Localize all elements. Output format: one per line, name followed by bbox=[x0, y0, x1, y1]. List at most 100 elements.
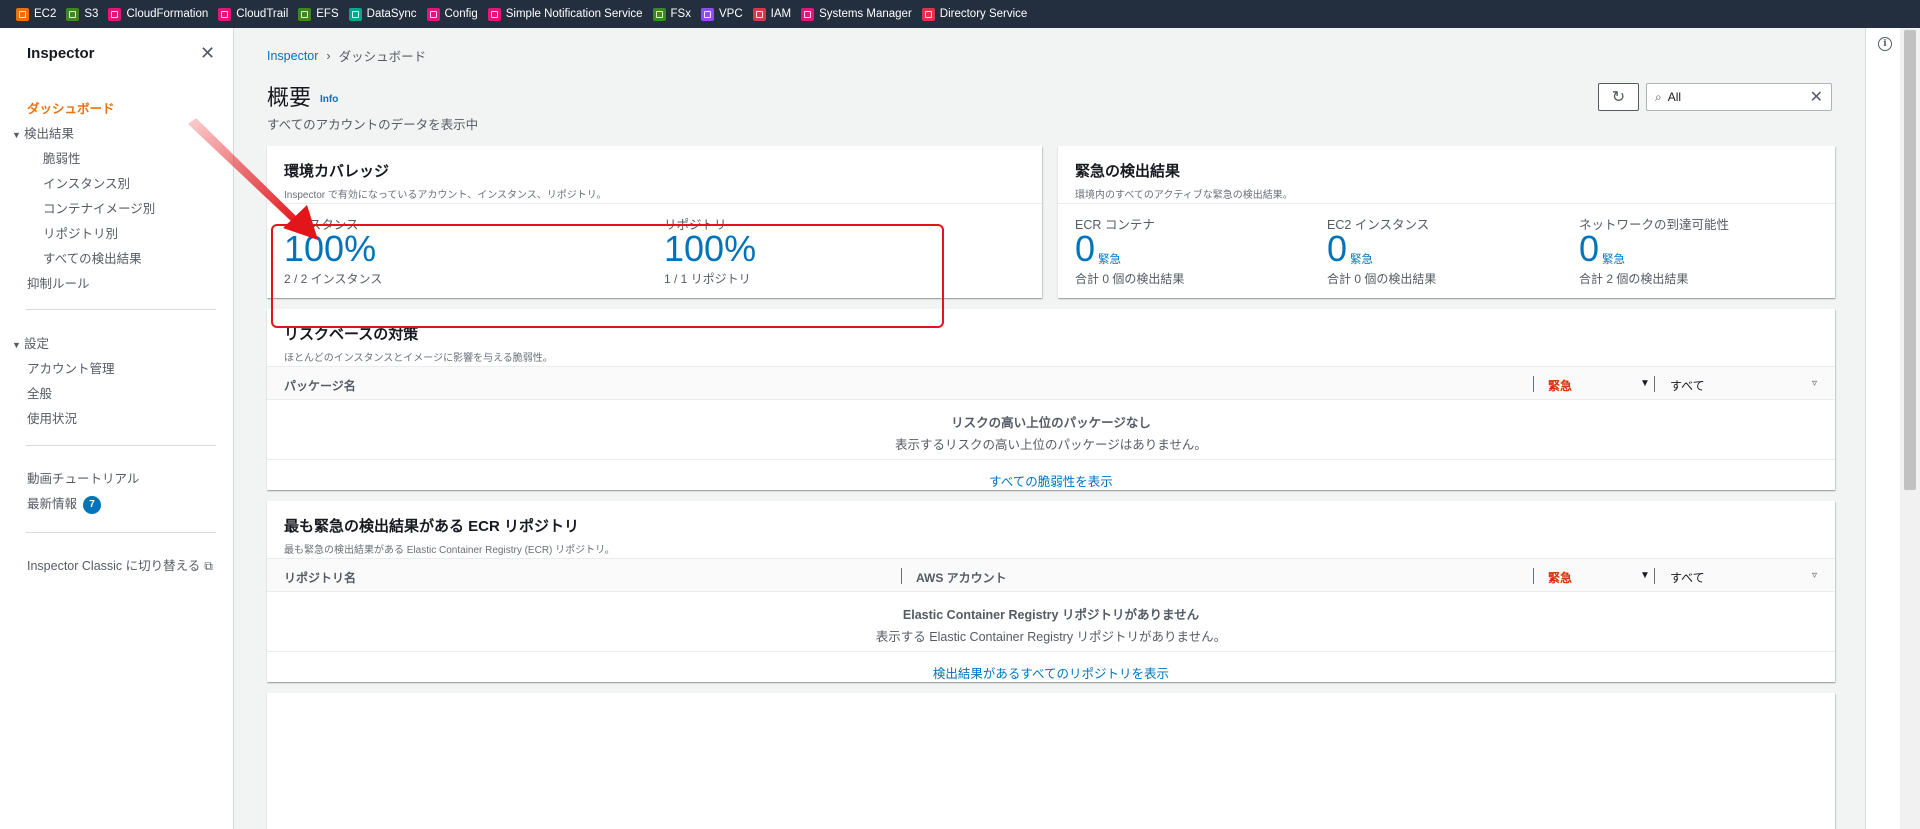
account-filter-input[interactable]: ⌕ All ✕ bbox=[1646, 83, 1832, 111]
favorite-label: S3 bbox=[84, 8, 99, 20]
repositories-coverage-count: 1 / 1 リポジトリ bbox=[664, 272, 751, 286]
service-icon bbox=[298, 7, 312, 21]
card-description: 環境内のすべてのアクティブな緊急の検出結果。 bbox=[1075, 190, 1293, 201]
divider bbox=[26, 532, 216, 533]
favorite-s3[interactable]: S3 bbox=[64, 0, 106, 28]
severity-filter-value[interactable]: 緊急 bbox=[1548, 377, 1572, 394]
scrollbar-thumb[interactable] bbox=[1904, 30, 1916, 490]
favorite-cloudformation[interactable]: CloudFormation bbox=[106, 0, 216, 28]
favorite-directory-service[interactable]: Directory Service bbox=[920, 0, 1036, 28]
breadcrumb-inspector-link[interactable]: Inspector bbox=[267, 49, 318, 63]
sidebar-item-account-management[interactable]: アカウント管理 bbox=[27, 358, 115, 377]
divider bbox=[26, 309, 216, 310]
table-header bbox=[267, 559, 1835, 591]
favorite-label: IAM bbox=[770, 8, 792, 20]
service-icon bbox=[426, 7, 440, 21]
refresh-button[interactable]: ↻ bbox=[1598, 83, 1639, 111]
ec2-critical-link[interactable]: 緊急 bbox=[1350, 251, 1373, 267]
sidebar-item-video-tutorials[interactable]: 動画チュートリアル bbox=[27, 468, 139, 487]
favorites-bar: EC2 S3 CloudFormation CloudTrail EFS DataSync… bbox=[0, 0, 1920, 28]
caret-down-outline-icon[interactable]: ▿ bbox=[1812, 570, 1817, 581]
favorite-ec2[interactable]: EC2 bbox=[14, 0, 64, 28]
repositories-coverage-value: 100% bbox=[664, 228, 757, 269]
severity-filter-value[interactable]: 緊急 bbox=[1548, 569, 1572, 586]
favorite-label: DataSync bbox=[366, 8, 417, 20]
breadcrumb: Inspector › ダッシュボード bbox=[267, 46, 426, 65]
caret-down-icon: ▼ bbox=[12, 340, 21, 350]
service-icon bbox=[16, 7, 29, 21]
info-link[interactable]: Info bbox=[320, 94, 338, 105]
caret-down-icon[interactable]: ▼ bbox=[1640, 570, 1650, 581]
empty-state-description: 表示する Elastic Container Registry リポジトリがあり… bbox=[875, 630, 1227, 644]
favorite-systems-manager[interactable]: Systems Manager bbox=[799, 0, 920, 28]
info-icon[interactable]: i bbox=[1878, 37, 1892, 51]
favorite-label: CloudFormation bbox=[126, 8, 209, 20]
scope-filter-value[interactable]: すべて bbox=[1670, 377, 1705, 394]
sidebar-item-all-findings[interactable]: すべての検出結果 bbox=[43, 248, 142, 267]
scope-filter-value[interactable]: すべて bbox=[1670, 569, 1705, 586]
service-icon bbox=[652, 7, 666, 21]
favorite-datasync[interactable]: DataSync bbox=[347, 0, 425, 28]
favorite-vpc[interactable]: VPC bbox=[699, 0, 751, 28]
card-description: Inspector で有効になっているアカウント、インスタンス、リポジトリ。 bbox=[284, 190, 607, 201]
empty-state-description: 表示するリスクの高い上位のパッケージはありません。 bbox=[895, 438, 1207, 452]
network-critical-count[interactable]: 0 bbox=[1579, 228, 1599, 270]
sidebar-item-by-instance[interactable]: インスタンス別 bbox=[43, 173, 130, 192]
service-icon bbox=[700, 7, 714, 21]
network-critical-link[interactable]: 緊急 bbox=[1602, 251, 1625, 267]
ecr-critical-link[interactable]: 緊急 bbox=[1098, 251, 1121, 267]
column-separator bbox=[1533, 568, 1534, 584]
page-scrollbar[interactable] bbox=[1900, 28, 1920, 829]
environment-coverage-card: 環境カバレッジ Inspector で有効になっているアカウント、インスタンス、… bbox=[267, 146, 1042, 298]
favorite-fsx[interactable]: FSx bbox=[651, 0, 699, 28]
sidebar-item-dashboard[interactable]: ダッシュボード bbox=[27, 98, 115, 117]
sidebar-item-vulnerabilities[interactable]: 脆弱性 bbox=[43, 148, 81, 167]
ecr-total-findings: 合計 0 個の検出結果 bbox=[1075, 272, 1185, 286]
external-link-icon: ⧉ bbox=[204, 559, 213, 573]
column-separator bbox=[1533, 376, 1534, 392]
divider bbox=[267, 591, 1835, 592]
favorite-efs[interactable]: EFS bbox=[296, 0, 346, 28]
caret-down-icon[interactable]: ▼ bbox=[1640, 378, 1650, 389]
sidebar-item-switch-classic[interactable]: Inspector Classic に切り替える ⧉ bbox=[27, 555, 213, 574]
view-all-repositories-link[interactable]: 検出結果があるすべてのリポジトリを表示 bbox=[267, 663, 1835, 682]
network-total-findings: 合計 2 個の検出結果 bbox=[1579, 272, 1689, 286]
sidebar-item-general[interactable]: 全般 bbox=[27, 383, 52, 402]
divider bbox=[267, 399, 1835, 400]
sidebar-item-usage[interactable]: 使用状況 bbox=[27, 408, 77, 427]
column-header-repository-name[interactable]: リポジトリ名 bbox=[284, 569, 356, 586]
sidebar-item-findings[interactable]: ▼ 検出結果 bbox=[12, 123, 74, 142]
account-filter-value: All bbox=[1667, 90, 1682, 104]
ec2-critical-count[interactable]: 0 bbox=[1327, 228, 1347, 270]
search-icon: ⌕ bbox=[1655, 89, 1662, 104]
page-subtitle: すべてのアカウントのデータを表示中 bbox=[267, 118, 479, 132]
favorite-label: EFS bbox=[316, 8, 339, 20]
sidebar-item-by-repository[interactable]: リポジトリ別 bbox=[43, 223, 118, 242]
card-title: 緊急の検出結果 bbox=[1075, 163, 1181, 180]
clear-icon[interactable]: ✕ bbox=[1810, 87, 1823, 107]
sidebar-item-settings[interactable]: ▼ 設定 bbox=[12, 333, 49, 352]
caret-down-outline-icon[interactable]: ▿ bbox=[1812, 378, 1817, 389]
favorite-label: FSx bbox=[670, 8, 691, 20]
divider bbox=[267, 459, 1835, 460]
service-icon bbox=[108, 7, 122, 21]
favorite-config[interactable]: Config bbox=[425, 0, 486, 28]
card-title: 最も緊急の検出結果がある ECR リポジトリ bbox=[284, 518, 580, 535]
view-all-vulnerabilities-link[interactable]: すべての脆弱性を表示 bbox=[267, 471, 1835, 490]
column-header-package-name[interactable]: パッケージ名 bbox=[284, 377, 356, 394]
sidebar-item-suppression-rules[interactable]: 抑制ルール bbox=[27, 273, 90, 292]
main-content: Inspector › ダッシュボード 概要 Info すべてのアカウントのデー… bbox=[235, 28, 1865, 829]
favorite-cloudtrail[interactable]: CloudTrail bbox=[216, 0, 296, 28]
service-icon bbox=[921, 7, 935, 21]
sidebar-item-whats-new[interactable]: 最新情報 7 bbox=[27, 493, 102, 514]
ecr-critical-count[interactable]: 0 bbox=[1075, 228, 1095, 270]
favorite-iam[interactable]: IAM bbox=[751, 0, 799, 28]
favorite-simple-notification-service[interactable]: Simple Notification Service bbox=[486, 0, 651, 28]
sidebar-item-label: 最新情報 bbox=[27, 497, 78, 511]
service-icon bbox=[487, 7, 501, 21]
sidebar-item-by-container-image[interactable]: コンテナイメージ別 bbox=[43, 198, 155, 217]
service-icon bbox=[801, 7, 815, 21]
column-header-aws-account[interactable]: AWS アカウント bbox=[916, 569, 1007, 586]
close-icon[interactable]: ✕ bbox=[200, 43, 215, 64]
critical-findings-card: 緊急の検出結果 環境内のすべてのアクティブな緊急の検出結果。 ECR コンテナ … bbox=[1058, 146, 1835, 298]
